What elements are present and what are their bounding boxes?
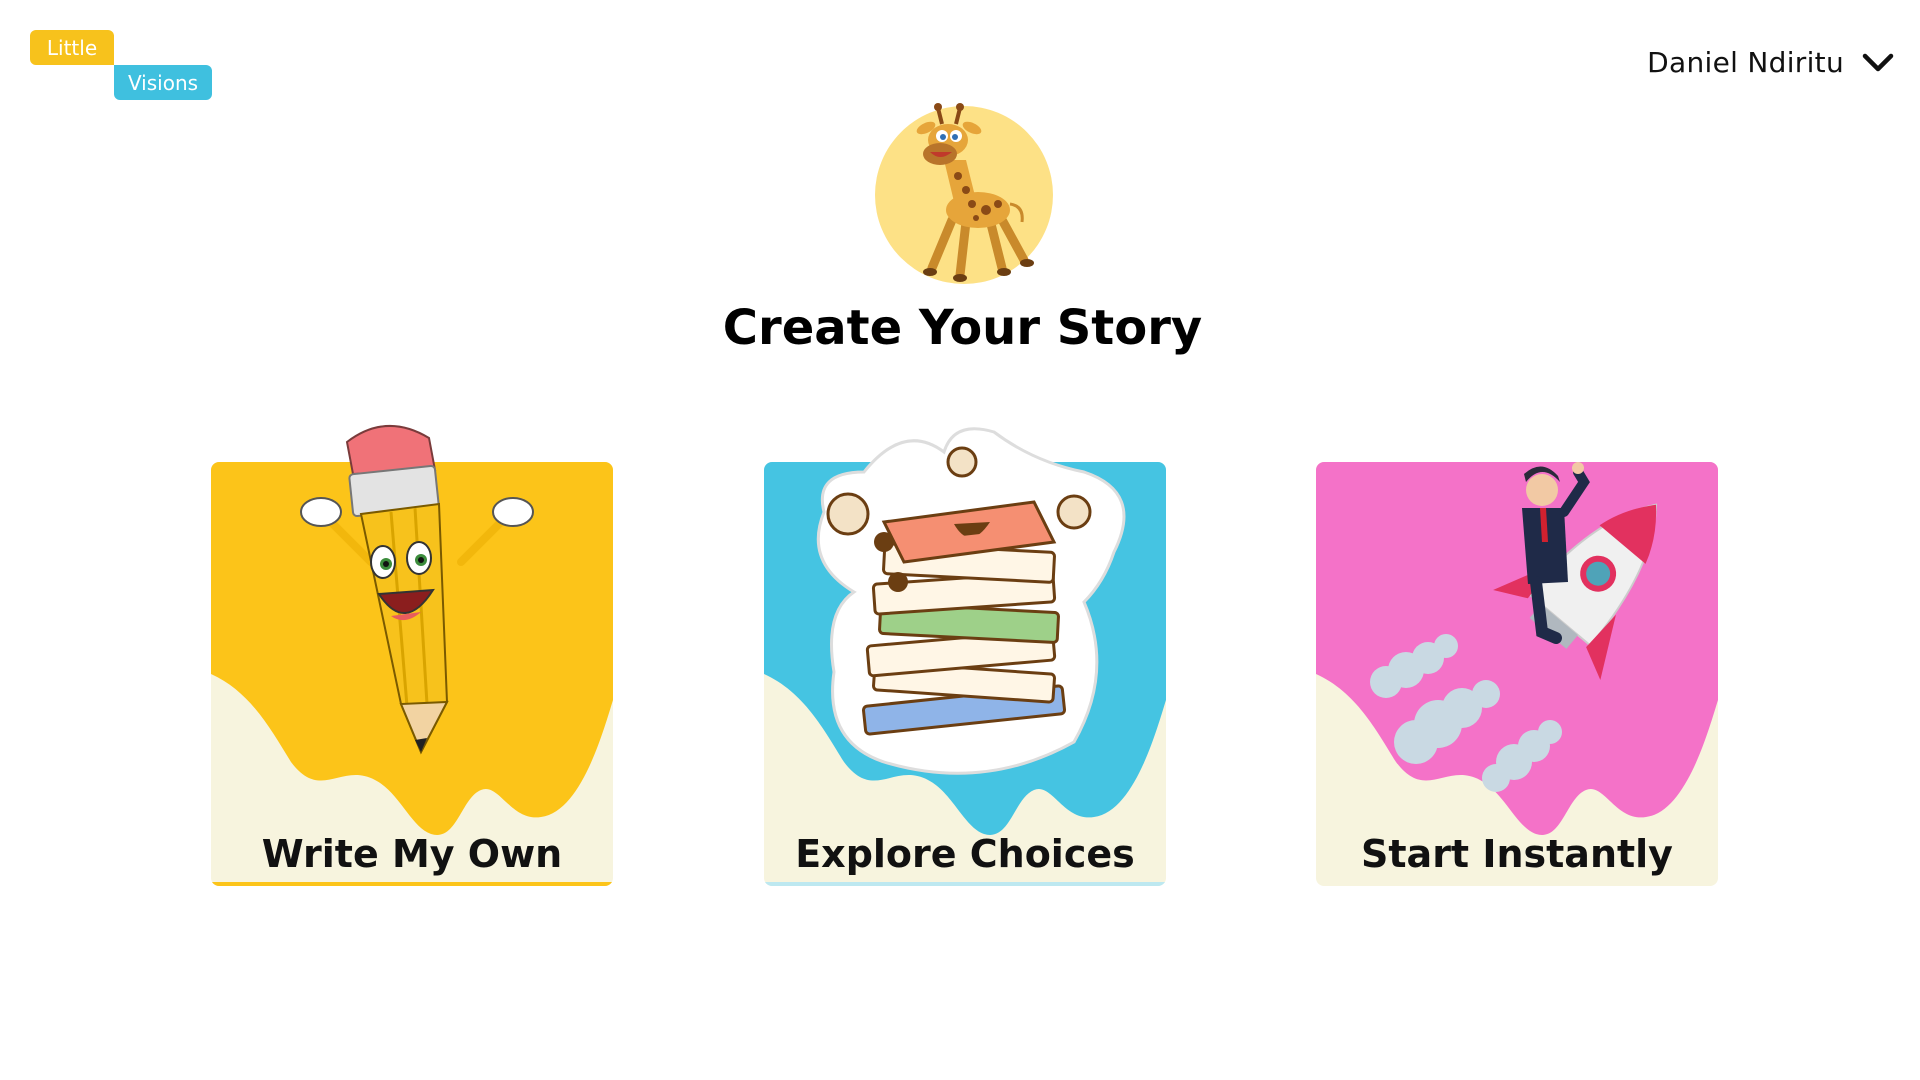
write-my-own-label: Write My Own — [261, 832, 563, 876]
start-instantly-label: Start Instantly — [1361, 832, 1673, 876]
book-stack-character-icon — [764, 412, 1166, 812]
page-title: Create Your Story — [722, 300, 1203, 356]
user-menu[interactable]: Daniel Ndiritu — [1647, 46, 1894, 79]
pencil-character-icon — [211, 412, 613, 812]
chevron-down-icon[interactable] — [1862, 52, 1894, 74]
logo-word-visions: Visions — [114, 65, 212, 100]
explore-choices-card[interactable]: Explore Choices — [764, 427, 1166, 886]
giraffe-mascot-icon — [874, 100, 1054, 288]
explore-choices-label: Explore Choices — [795, 832, 1135, 876]
write-my-own-card[interactable]: Write My Own — [211, 425, 613, 886]
start-instantly-card[interactable]: Start Instantly — [1316, 462, 1718, 886]
user-name: Daniel Ndiritu — [1647, 46, 1844, 79]
rocket-rider-icon — [1316, 412, 1718, 812]
logo-word-little: Little — [30, 30, 114, 65]
app-logo[interactable]: Little Visions — [30, 30, 212, 102]
